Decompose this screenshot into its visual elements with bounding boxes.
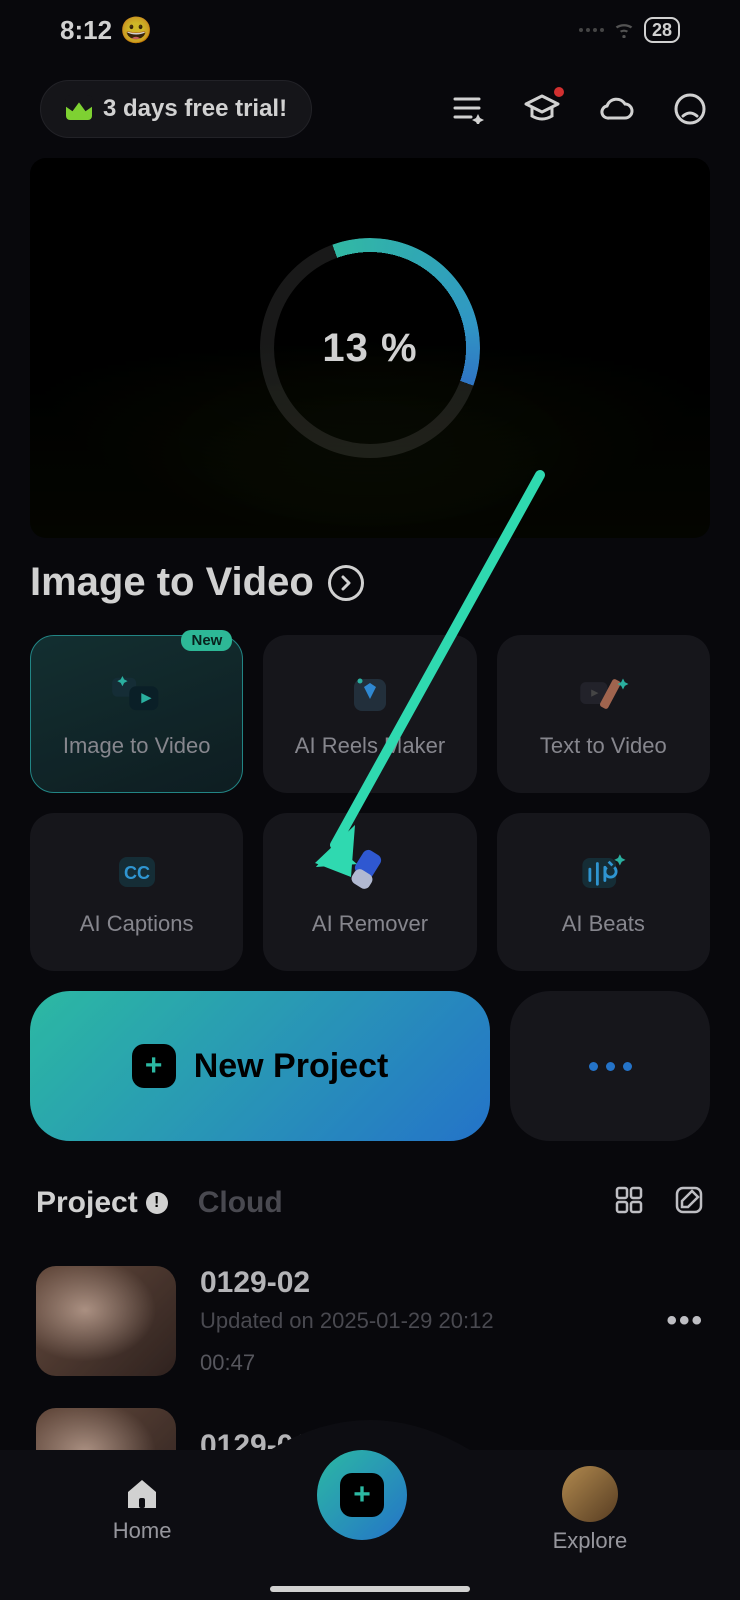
cloud-button[interactable]	[596, 89, 636, 129]
signal-dots-icon	[579, 28, 604, 32]
project-more-button[interactable]: •••	[666, 1304, 704, 1338]
notification-dot	[554, 87, 564, 97]
free-trial-label: 3 days free trial!	[103, 95, 287, 123]
project-updated: Updated on 2025-01-29 20:12	[200, 1308, 642, 1334]
feature-label: AI Remover	[312, 911, 428, 937]
project-duration: 00:47	[200, 1350, 642, 1376]
battery-indicator: 28	[644, 17, 680, 43]
status-right: 28	[579, 17, 680, 43]
status-left: 8:12 😀	[60, 15, 152, 46]
tab-cloud[interactable]: Cloud	[198, 1186, 283, 1220]
feature-label: Text to Video	[540, 733, 667, 759]
tabs-row: Project ! Cloud	[0, 1141, 740, 1230]
plus-icon: +	[340, 1473, 384, 1517]
nav-explore[interactable]: Explore	[553, 1466, 628, 1554]
free-trial-button[interactable]: 3 days free trial!	[40, 80, 312, 138]
nav-create-button[interactable]: +	[317, 1450, 407, 1540]
plus-icon: +	[132, 1044, 176, 1088]
feature-grid: New Image to Video AI Reels Maker	[0, 605, 740, 971]
reels-icon	[340, 669, 400, 719]
progress-ring: 13 %	[260, 238, 480, 458]
feature-ai-captions[interactable]: CC AI Captions	[30, 813, 243, 971]
crown-icon	[66, 98, 92, 120]
project-meta: 0129-02 Updated on 2025-01-29 20:12 00:4…	[200, 1266, 642, 1376]
new-badge: New	[181, 630, 232, 651]
image-to-video-icon	[107, 669, 167, 719]
project-item[interactable]: 0129-02 Updated on 2025-01-29 20:12 00:4…	[36, 1250, 704, 1392]
tab-project[interactable]: Project !	[36, 1186, 168, 1220]
grid-view-button[interactable]	[614, 1185, 644, 1220]
list-sparkle-button[interactable]	[448, 89, 488, 129]
feature-image-to-video[interactable]: New Image to Video	[30, 635, 243, 793]
battery-level: 28	[652, 20, 672, 41]
beats-icon	[573, 847, 633, 897]
ellipsis-icon	[589, 1062, 632, 1071]
nav-home[interactable]: Home	[113, 1476, 172, 1544]
text-to-video-icon	[573, 669, 633, 719]
status-time: 8:12	[60, 15, 112, 46]
tabs: Project ! Cloud	[36, 1186, 283, 1220]
tab-project-label: Project	[36, 1186, 138, 1220]
feature-ai-reels-maker[interactable]: AI Reels Maker	[263, 635, 476, 793]
tab-cloud-label: Cloud	[198, 1186, 283, 1220]
more-options-button[interactable]	[510, 991, 710, 1141]
bottom-nav: Home + Explore	[0, 1420, 740, 1600]
svg-text:CC: CC	[124, 863, 150, 883]
progress-percent: 13 %	[322, 326, 417, 371]
feature-ai-remover[interactable]: AI Remover	[263, 813, 476, 971]
feature-label: AI Reels Maker	[295, 733, 445, 759]
home-indicator	[270, 1586, 470, 1592]
emoji-icon: 😀	[120, 15, 152, 46]
header-icons	[448, 89, 710, 129]
nav-home-label: Home	[113, 1518, 172, 1544]
info-badge-icon: !	[146, 1192, 168, 1214]
avatar-icon	[562, 1466, 618, 1522]
status-bar: 8:12 😀 28	[0, 0, 740, 60]
feature-label: AI Captions	[80, 911, 194, 937]
wifi-icon	[614, 22, 634, 38]
new-project-label: New Project	[194, 1047, 389, 1086]
action-row: + New Project	[0, 971, 740, 1141]
new-project-button[interactable]: + New Project	[30, 991, 490, 1141]
eraser-icon	[340, 847, 400, 897]
education-button[interactable]	[522, 89, 562, 129]
hero-preview[interactable]: 13 %	[30, 158, 710, 538]
feature-text-to-video[interactable]: Text to Video	[497, 635, 710, 793]
hero-title: Image to Video	[30, 560, 314, 605]
chevron-right-icon	[328, 565, 364, 601]
tabs-actions	[614, 1185, 704, 1220]
feature-ai-beats[interactable]: AI Beats	[497, 813, 710, 971]
edit-button[interactable]	[674, 1185, 704, 1220]
profile-button[interactable]	[670, 89, 710, 129]
hero-title-row[interactable]: Image to Video	[30, 560, 740, 605]
project-thumbnail	[36, 1266, 176, 1376]
feature-label: AI Beats	[562, 911, 645, 937]
project-name: 0129-02	[200, 1266, 642, 1300]
nav-explore-label: Explore	[553, 1528, 628, 1554]
captions-icon: CC	[107, 847, 167, 897]
header: 3 days free trial!	[0, 60, 740, 148]
feature-label: Image to Video	[63, 733, 211, 759]
home-icon	[122, 1476, 162, 1512]
